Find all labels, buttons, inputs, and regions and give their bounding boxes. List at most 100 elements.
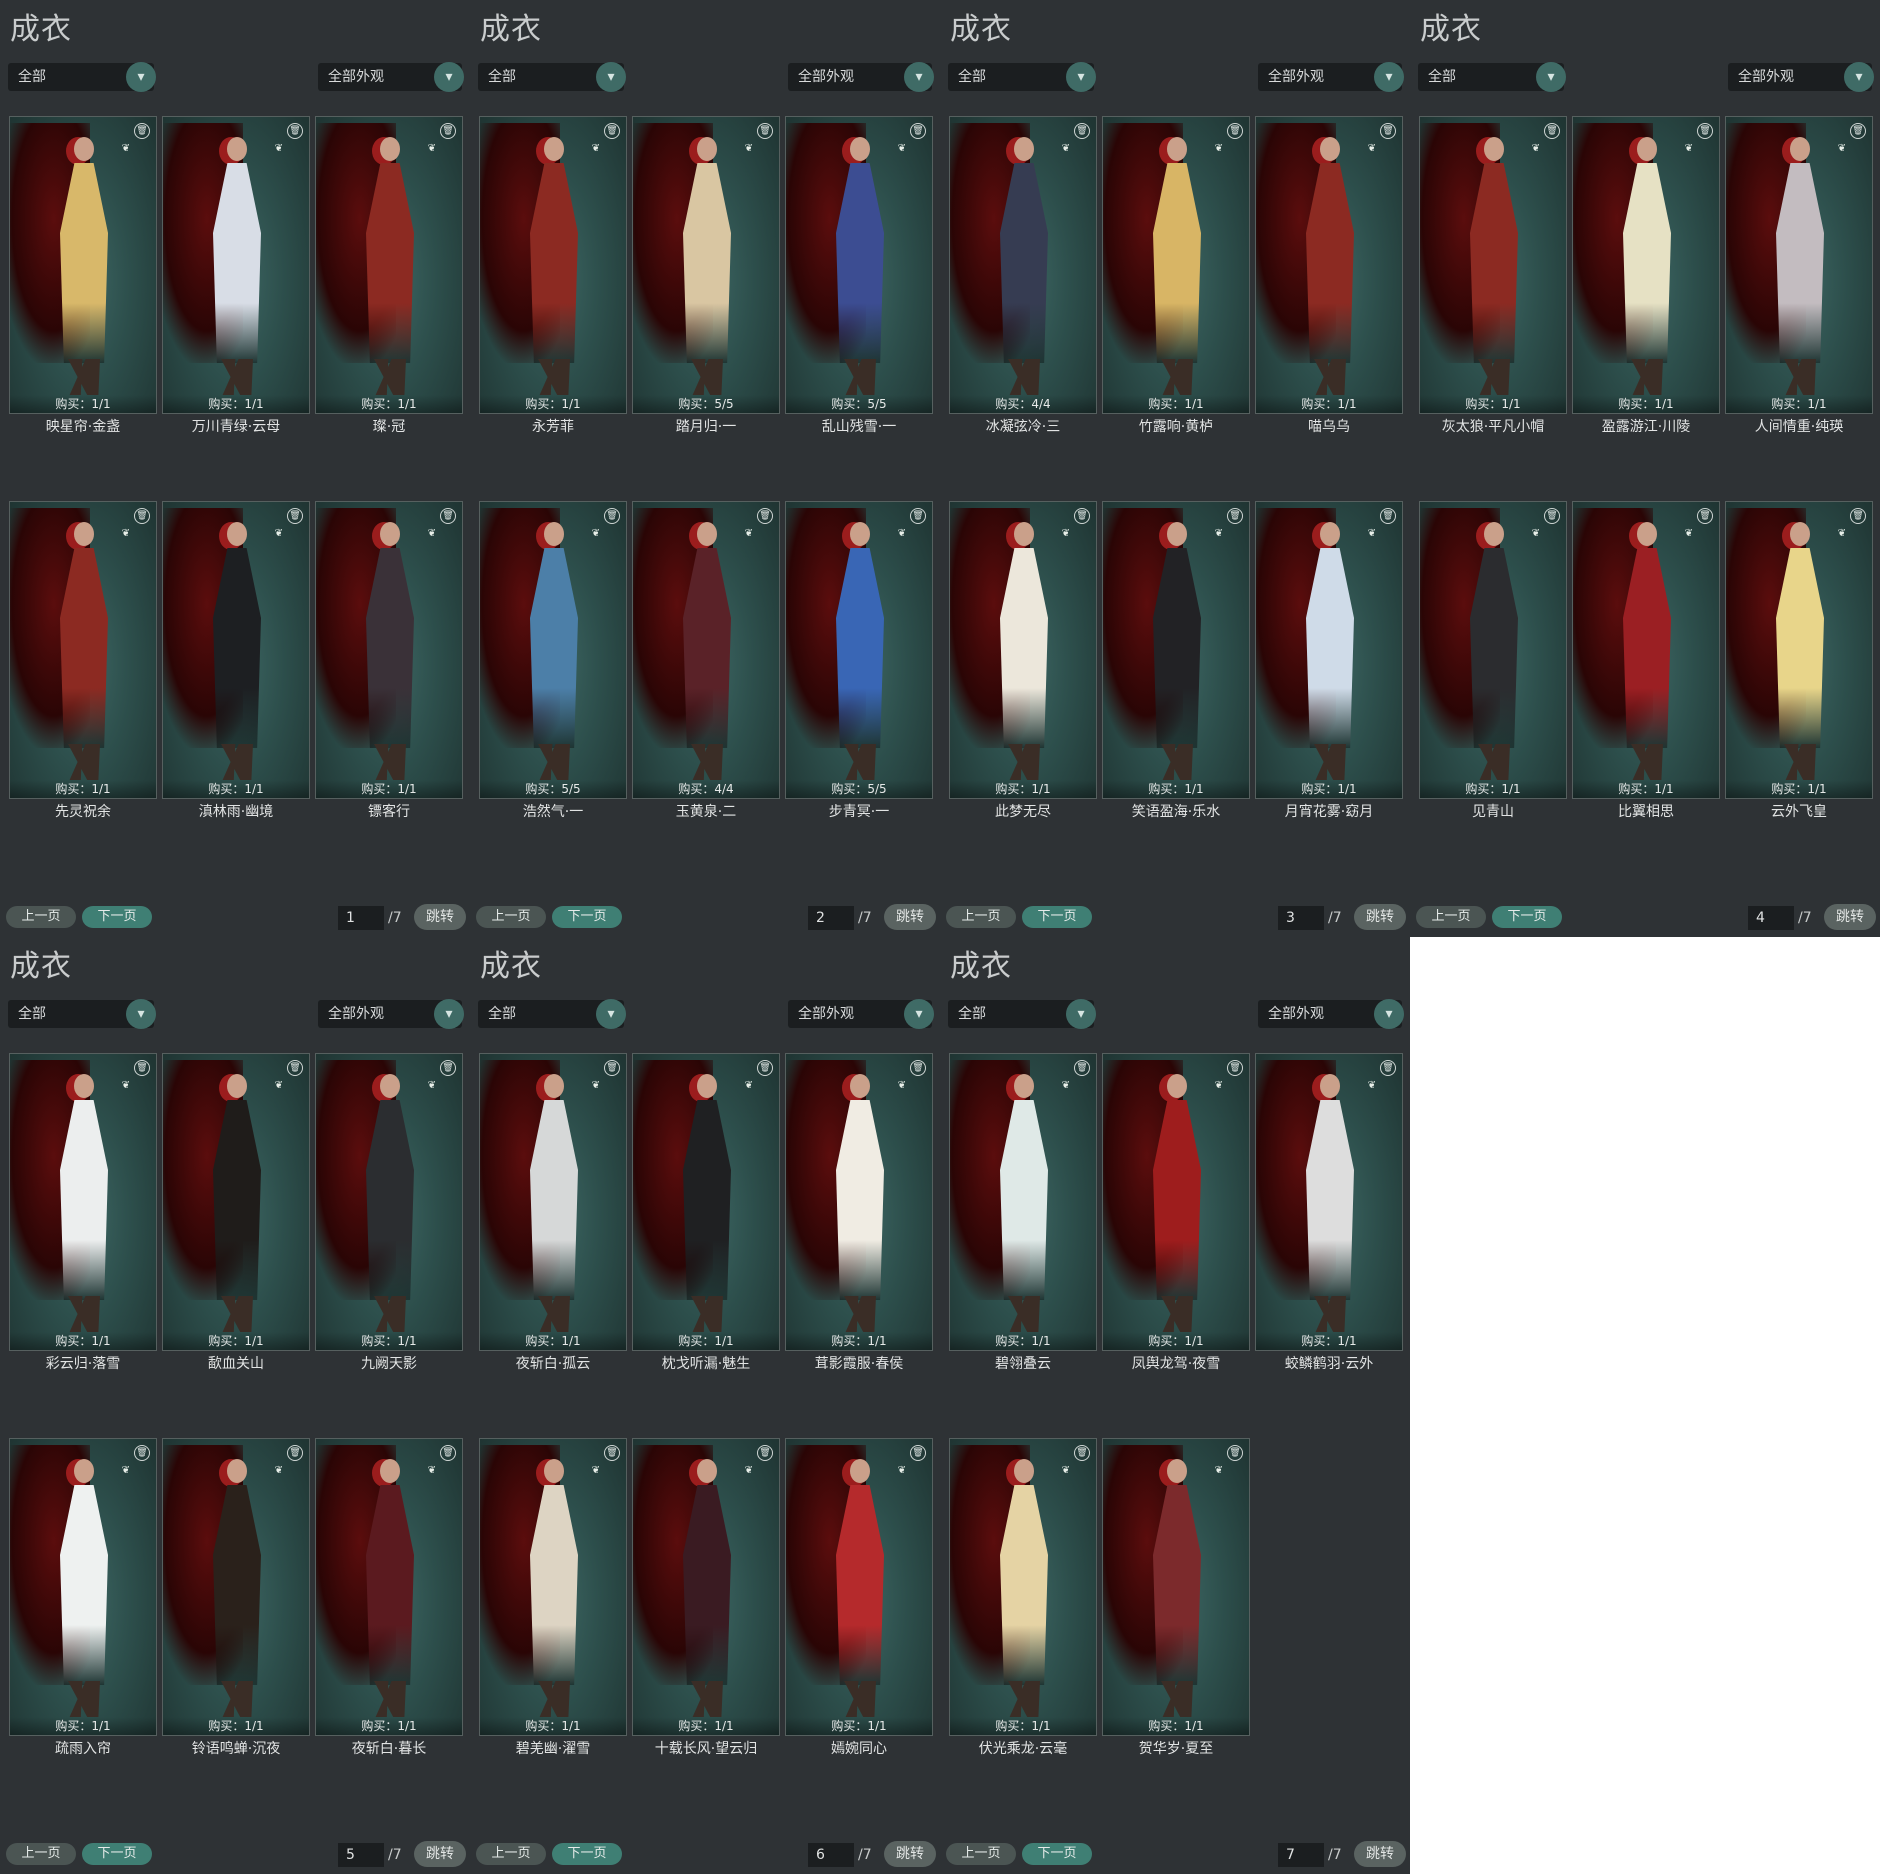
outfit-card[interactable]: 🗑 ❦ 购买：5/5 步青冥·一 <box>785 501 933 820</box>
chevron-down-icon[interactable]: ▾ <box>1844 62 1874 92</box>
trash-icon[interactable]: 🗑 <box>1850 508 1866 524</box>
outfit-card[interactable]: 🗑 ❦ 购买：1/1 疏雨入帘 <box>9 1438 157 1757</box>
outfit-preview-image[interactable]: 🗑 ❦ 购买：5/5 <box>479 501 627 799</box>
outfit-card[interactable]: 🗑 ❦ 购买：1/1 永芳菲 <box>479 116 627 435</box>
outfit-card[interactable]: 🗑 ❦ 购买：1/1 铃语鸣蝉·沉夜 <box>162 1438 310 1757</box>
prev-page-button[interactable]: 上一页 <box>6 906 76 928</box>
outfit-card[interactable]: 🗑 ❦ 购买：1/1 蛟鳞鹤羽·云外 <box>1255 1053 1403 1372</box>
page-number-input[interactable]: 4 <box>1748 906 1794 930</box>
trash-icon[interactable]: 🗑 <box>1227 1445 1243 1461</box>
outfit-card[interactable]: 🗑 ❦ 购买：1/1 伏光乘龙·云毫 <box>949 1438 1097 1757</box>
outfit-card[interactable]: 🗑 ❦ 购买：1/1 贺华岁·夏至 <box>1102 1438 1250 1757</box>
outfit-card[interactable]: 🗑 ❦ 购买：1/1 璨·冠 <box>315 116 463 435</box>
outfit-preview-image[interactable]: 🗑 ❦ 购买：1/1 <box>632 1438 780 1736</box>
trash-icon[interactable]: 🗑 <box>1544 123 1560 139</box>
next-page-button[interactable]: 下一页 <box>552 1843 622 1865</box>
chevron-down-icon[interactable]: ▾ <box>904 999 934 1029</box>
next-page-button[interactable]: 下一页 <box>82 1843 152 1865</box>
trash-icon[interactable]: 🗑 <box>1074 123 1090 139</box>
outfit-preview-image[interactable]: 🗑 ❦ 购买：1/1 <box>1102 1438 1250 1736</box>
outfit-preview-image[interactable]: 🗑 ❦ 购买：1/1 <box>1102 501 1250 799</box>
trash-icon[interactable]: 🗑 <box>1850 123 1866 139</box>
trash-icon[interactable]: 🗑 <box>757 1060 773 1076</box>
outfit-card[interactable]: 🗑 ❦ 购买：1/1 茸影霞服·春侯 <box>785 1053 933 1372</box>
trash-icon[interactable]: 🗑 <box>1380 123 1396 139</box>
trash-icon[interactable]: 🗑 <box>910 1445 926 1461</box>
jump-button[interactable]: 跳转 <box>1354 904 1406 930</box>
trash-icon[interactable]: 🗑 <box>1227 123 1243 139</box>
prev-page-button[interactable]: 上一页 <box>1416 906 1486 928</box>
outfit-preview-image[interactable]: 🗑 ❦ 购买：1/1 <box>632 1053 780 1351</box>
trash-icon[interactable]: 🗑 <box>1227 508 1243 524</box>
outfit-preview-image[interactable]: 🗑 ❦ 购买：5/5 <box>785 116 933 414</box>
outfit-card[interactable]: 🗑 ❦ 购买：1/1 歃血关山 <box>162 1053 310 1372</box>
chevron-down-icon[interactable]: ▾ <box>1066 999 1096 1029</box>
outfit-preview-image[interactable]: 🗑 ❦ 购买：1/1 <box>785 1438 933 1736</box>
category-dropdown[interactable]: 全部 ▾ <box>478 62 626 92</box>
outfit-card[interactable]: 🗑 ❦ 购买：1/1 见青山 <box>1419 501 1567 820</box>
outfit-preview-image[interactable]: 🗑 ❦ 购买：1/1 <box>162 1053 310 1351</box>
outfit-preview-image[interactable]: 🗑 ❦ 购买：1/1 <box>1419 501 1567 799</box>
outfit-preview-image[interactable]: 🗑 ❦ 购买：1/1 <box>479 116 627 414</box>
outfit-preview-image[interactable]: 🗑 ❦ 购买：1/1 <box>9 1438 157 1736</box>
page-number-input[interactable]: 1 <box>338 906 384 930</box>
appearance-filter-dropdown[interactable]: 全部外观 ▾ <box>788 999 934 1029</box>
outfit-card[interactable]: 🗑 ❦ 购买：1/1 九阙天影 <box>315 1053 463 1372</box>
trash-icon[interactable]: 🗑 <box>1227 1060 1243 1076</box>
outfit-card[interactable]: 🗑 ❦ 购买：1/1 月宵花雾·窈月 <box>1255 501 1403 820</box>
outfit-preview-image[interactable]: 🗑 ❦ 购买：1/1 <box>1102 1053 1250 1351</box>
outfit-card[interactable]: 🗑 ❦ 购买：1/1 镖客行 <box>315 501 463 820</box>
trash-icon[interactable]: 🗑 <box>1697 508 1713 524</box>
outfit-card[interactable]: 🗑 ❦ 购买：1/1 碧羌幽·濯雪 <box>479 1438 627 1757</box>
outfit-preview-image[interactable]: 🗑 ❦ 购买：1/1 <box>162 116 310 414</box>
outfit-card[interactable]: 🗑 ❦ 购买：5/5 踏月归·一 <box>632 116 780 435</box>
chevron-down-icon[interactable]: ▾ <box>596 62 626 92</box>
outfit-card[interactable]: 🗑 ❦ 购买：1/1 笑语盈海·乐水 <box>1102 501 1250 820</box>
outfit-preview-image[interactable]: 🗑 ❦ 购买：1/1 <box>785 1053 933 1351</box>
next-page-button[interactable]: 下一页 <box>552 906 622 928</box>
trash-icon[interactable]: 🗑 <box>604 1060 620 1076</box>
outfit-preview-image[interactable]: 🗑 ❦ 购买：1/1 <box>1725 501 1873 799</box>
outfit-card[interactable]: 🗑 ❦ 购买：1/1 竹露响·黄栌 <box>1102 116 1250 435</box>
trash-icon[interactable]: 🗑 <box>134 123 150 139</box>
chevron-down-icon[interactable]: ▾ <box>1066 62 1096 92</box>
trash-icon[interactable]: 🗑 <box>134 508 150 524</box>
outfit-preview-image[interactable]: 🗑 ❦ 购买：1/1 <box>9 116 157 414</box>
page-number-input[interactable]: 3 <box>1278 906 1324 930</box>
chevron-down-icon[interactable]: ▾ <box>1374 62 1404 92</box>
outfit-card[interactable]: 🗑 ❦ 购买：1/1 滇林雨·幽境 <box>162 501 310 820</box>
outfit-card[interactable]: 🗑 ❦ 购买：1/1 夜斩白·暮长 <box>315 1438 463 1757</box>
trash-icon[interactable]: 🗑 <box>1380 1060 1396 1076</box>
trash-icon[interactable]: 🗑 <box>1697 123 1713 139</box>
outfit-card[interactable]: 🗑 ❦ 购买：1/1 云外飞皇 <box>1725 501 1873 820</box>
category-dropdown[interactable]: 全部 ▾ <box>948 62 1096 92</box>
trash-icon[interactable]: 🗑 <box>910 123 926 139</box>
outfit-preview-image[interactable]: 🗑 ❦ 购买：4/4 <box>632 501 780 799</box>
jump-button[interactable]: 跳转 <box>1354 1841 1406 1867</box>
trash-icon[interactable]: 🗑 <box>910 508 926 524</box>
outfit-card[interactable]: 🗑 ❦ 购买：4/4 冰凝弦冷·三 <box>949 116 1097 435</box>
chevron-down-icon[interactable]: ▾ <box>434 999 464 1029</box>
outfit-card[interactable]: 🗑 ❦ 购买：1/1 枕戈听漏·魅生 <box>632 1053 780 1372</box>
appearance-filter-dropdown[interactable]: 全部外观 ▾ <box>318 62 464 92</box>
outfit-card[interactable]: 🗑 ❦ 购买：1/1 嫣婉同心 <box>785 1438 933 1757</box>
category-dropdown[interactable]: 全部 ▾ <box>8 62 156 92</box>
outfit-card[interactable]: 🗑 ❦ 购买：1/1 先灵祝余 <box>9 501 157 820</box>
trash-icon[interactable]: 🗑 <box>287 1445 303 1461</box>
outfit-card[interactable]: 🗑 ❦ 购买：1/1 喵乌乌 <box>1255 116 1403 435</box>
trash-icon[interactable]: 🗑 <box>757 1445 773 1461</box>
next-page-button[interactable]: 下一页 <box>82 906 152 928</box>
chevron-down-icon[interactable]: ▾ <box>904 62 934 92</box>
outfit-preview-image[interactable]: 🗑 ❦ 购买：1/1 <box>1102 116 1250 414</box>
outfit-preview-image[interactable]: 🗑 ❦ 购买：1/1 <box>162 1438 310 1736</box>
appearance-filter-dropdown[interactable]: 全部外观 ▾ <box>318 999 464 1029</box>
outfit-card[interactable]: 🗑 ❦ 购买：4/4 玉黄泉·二 <box>632 501 780 820</box>
trash-icon[interactable]: 🗑 <box>1074 1445 1090 1461</box>
prev-page-button[interactable]: 上一页 <box>946 1843 1016 1865</box>
outfit-preview-image[interactable]: 🗑 ❦ 购买：1/1 <box>479 1053 627 1351</box>
outfit-preview-image[interactable]: 🗑 ❦ 购买：1/1 <box>1255 501 1403 799</box>
chevron-down-icon[interactable]: ▾ <box>1536 62 1566 92</box>
outfit-preview-image[interactable]: 🗑 ❦ 购买：5/5 <box>632 116 780 414</box>
trash-icon[interactable]: 🗑 <box>910 1060 926 1076</box>
outfit-preview-image[interactable]: 🗑 ❦ 购买：1/1 <box>1419 116 1567 414</box>
